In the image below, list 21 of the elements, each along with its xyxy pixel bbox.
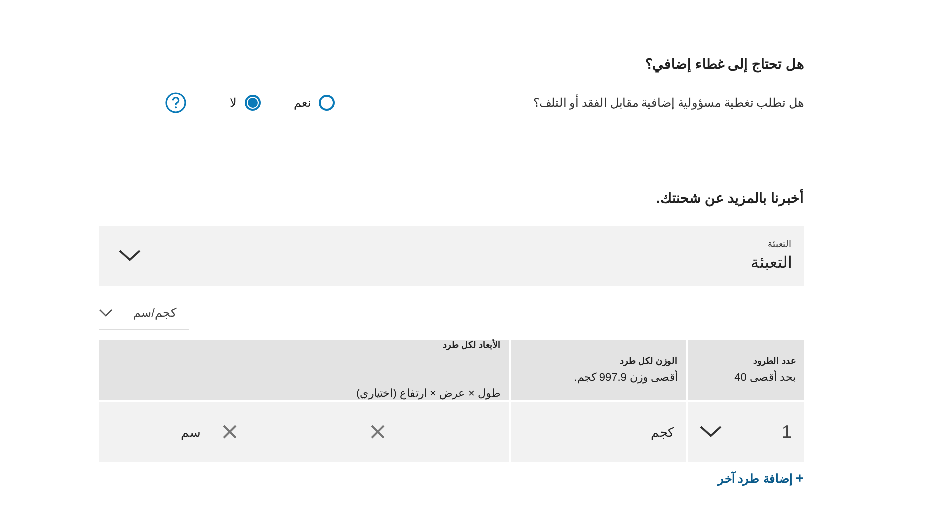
packaging-dropdown[interactable]: التعبئة التعبئة	[99, 226, 804, 286]
section-title: أخبرنا بالمزيد عن شحنتك.	[655, 190, 804, 206]
column-header: الوزن لكل طرد أقصى وزن 997.9 كجم.	[511, 340, 686, 400]
times-icon	[223, 425, 237, 439]
radio-button[interactable]	[319, 95, 335, 111]
height-field[interactable]: سم	[111, 417, 201, 447]
section-title: هل تحتاج إلى غطاء إضافي؟	[644, 56, 804, 72]
times-icon	[371, 425, 385, 439]
column-header: عدد الطرود بحد أقصى 40	[688, 340, 804, 400]
chevron-down-icon	[99, 308, 113, 316]
units-dropdown[interactable]: كجم/سم	[99, 296, 189, 330]
chevron-down-icon	[700, 426, 722, 438]
radio-button[interactable]	[245, 95, 261, 111]
chevron-down-icon	[119, 250, 141, 262]
help-icon[interactable]	[165, 92, 187, 114]
add-package-link[interactable]: + إضافة طرد آخر	[718, 470, 804, 486]
question-text: هل تطلب تغطية مسؤولية إضافية مقابل الفقد أو التلف؟	[533, 96, 804, 110]
radio-label[interactable]: لا	[230, 96, 237, 110]
radio-label[interactable]: نعم	[294, 96, 311, 110]
column-header: الأبعاد لكل طرد طول × عرض × ارتفاع (اختياري)	[99, 340, 509, 400]
weight-field[interactable]: كجم	[651, 424, 674, 440]
